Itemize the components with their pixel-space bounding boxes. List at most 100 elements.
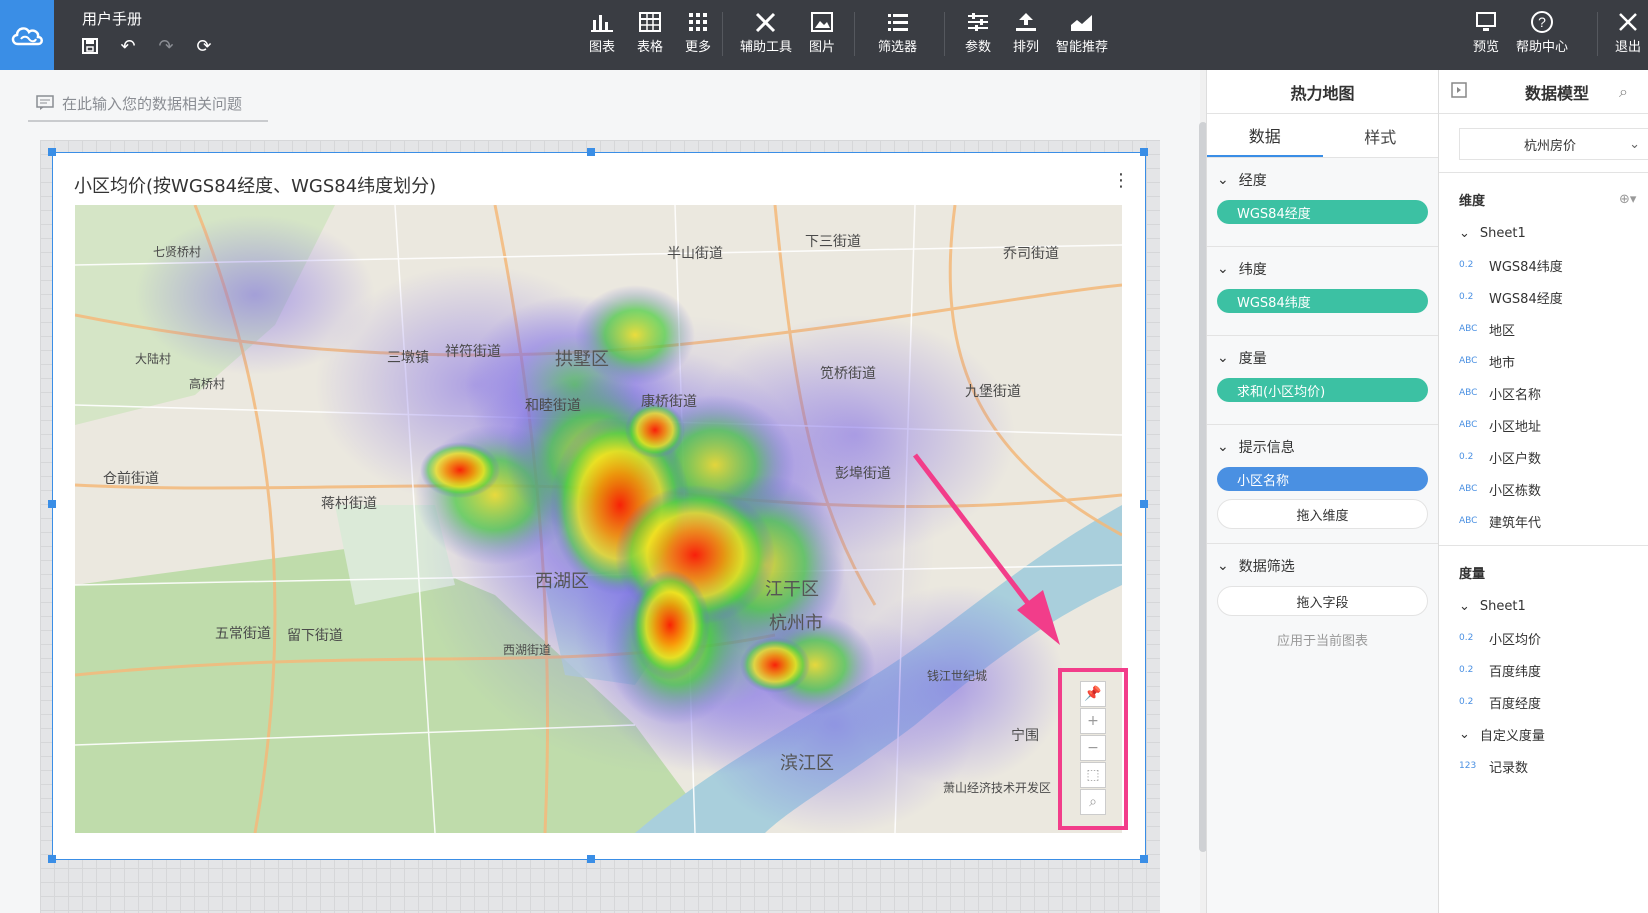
area-chart-icon (1064, 8, 1100, 36)
heat-map[interactable]: 下三街道 乔司街道 七贤桥村 半山街道 三墩镇 祥符街道 大陆村 高桥村 拱墅区… (75, 205, 1122, 833)
longitude-field-pill[interactable]: WGS84经度 (1217, 200, 1428, 224)
svg-text:?: ? (1538, 14, 1546, 30)
chevron-down-icon[interactable]: ⌄ (1217, 439, 1229, 455)
resize-handle[interactable] (587, 855, 595, 863)
chart-button[interactable]: 图表 (578, 8, 626, 55)
undo-icon[interactable]: ↶ (118, 36, 138, 57)
latitude-section: ⌄ 纬度 WGS84纬度 (1207, 247, 1438, 336)
field-item[interactable]: 0.2 百度纬度 (1459, 654, 1648, 686)
field-item[interactable]: 0.2 WGS84经度 (1459, 281, 1648, 313)
dimensions-section: 维度 ⊕▾ ⌄ Sheet1 0.2 WGS84纬度 0.2 WGS84经度 ABC 地… (1439, 181, 1648, 537)
toolbar-divider (1597, 12, 1598, 56)
map-label: 下三街道 (805, 234, 861, 250)
map-label: 蒋村街道 (321, 496, 377, 512)
comment-icon (28, 95, 62, 111)
redo-icon[interactable]: ↷ (156, 36, 176, 57)
chevron-down-icon[interactable]: ⌄ (1459, 727, 1470, 742)
top-toolbar: 用户手册 ↶ ↷ ⟳ 图表 表格 更多 辅助工具 图片 筛选器 参数 排列 智能… (0, 0, 1648, 70)
more-options-icon[interactable]: ⋮ (1112, 170, 1130, 191)
chevron-down-icon[interactable]: ⌄ (1217, 350, 1229, 366)
field-item[interactable]: ABC 地区 (1459, 313, 1648, 345)
exit-button[interactable]: 退出 (1604, 8, 1648, 55)
cloud-logo-icon[interactable] (0, 0, 54, 70)
map-label: 萧山经济技术开发区 (943, 781, 1052, 795)
field-item[interactable]: ABC 小区名称 (1459, 377, 1648, 409)
chevron-down-icon[interactable]: ⌄ (1459, 226, 1470, 241)
map-label: 拱墅区 (555, 349, 609, 370)
smart-recommend-button[interactable]: 智能推荐 (1050, 8, 1114, 55)
filter-hint: 应用于当前图表 (1276, 634, 1368, 649)
resize-handle[interactable] (1140, 148, 1148, 156)
measure-section: ⌄ 度量 求和(小区均价) (1207, 336, 1438, 425)
bar-chart-icon (584, 8, 620, 36)
map-label: 祥符街道 (445, 344, 501, 360)
chevron-down-icon[interactable]: ⌄ (1217, 261, 1229, 277)
search-icon[interactable]: ⌕ (1619, 82, 1628, 102)
map-label: 仓前街道 (103, 471, 159, 487)
measure-field-pill[interactable]: 求和(小区均价) (1217, 378, 1428, 402)
chart-title: 小区均价(按WGS84经度、WGS84纬度划分) (74, 176, 437, 197)
map-label: 高桥村 (189, 377, 226, 391)
dataset-select[interactable]: 杭州房价 ⌄ (1459, 128, 1648, 160)
resize-handle[interactable] (48, 855, 56, 863)
field-item[interactable]: 0.2 WGS84纬度 (1459, 249, 1648, 281)
map-label: 留下街道 (287, 628, 343, 644)
sliders-icon (960, 8, 996, 36)
toolbar-divider (944, 12, 945, 56)
tab-data[interactable]: 数据 (1207, 114, 1323, 157)
chevron-down-icon[interactable]: ⌄ (1217, 558, 1229, 574)
search-zoom-icon[interactable]: ⌕ (1080, 789, 1106, 815)
pin-icon[interactable]: 📌 (1080, 681, 1106, 707)
save-icon[interactable] (80, 36, 100, 56)
resize-handle[interactable] (1140, 500, 1148, 508)
latitude-field-pill[interactable]: WGS84纬度 (1217, 289, 1428, 313)
map-label: 三墩镇 (387, 350, 429, 366)
zoom-in-icon[interactable]: + (1080, 708, 1106, 734)
preview-button[interactable]: 预览 (1462, 8, 1510, 55)
tab-style[interactable]: 样式 (1323, 114, 1439, 157)
more-button[interactable]: 更多 (674, 8, 722, 55)
field-item[interactable]: 0.2 百度经度 (1459, 686, 1648, 718)
ask-data-input[interactable]: 在此输入您的数据相关问题 (28, 86, 268, 122)
field-item[interactable]: 123 记录数 (1459, 750, 1648, 782)
resize-handle[interactable] (48, 148, 56, 156)
globe-icon[interactable]: ⊕▾ (1619, 192, 1636, 207)
map-label: 乔司街道 (1003, 246, 1059, 262)
field-item[interactable]: 0.2 小区均价 (1459, 622, 1648, 654)
collapse-panel-icon[interactable] (1451, 81, 1467, 102)
resize-handle[interactable] (587, 148, 595, 156)
close-icon (1610, 8, 1646, 36)
table-icon (632, 8, 668, 36)
resize-handle[interactable] (1140, 855, 1148, 863)
image-button[interactable]: 图片 (798, 8, 846, 55)
drop-field-zone[interactable]: 拖入字段 (1217, 586, 1428, 616)
box-select-icon[interactable]: ⬚ (1080, 762, 1106, 788)
field-item[interactable]: ABC 建筑年代 (1459, 505, 1648, 537)
field-item[interactable]: 0.2 小区户数 (1459, 441, 1648, 473)
list-filter-icon (880, 8, 916, 36)
map-label: 滨江区 (780, 753, 834, 774)
map-label: 半山街道 (667, 246, 723, 262)
table-button[interactable]: 表格 (626, 8, 674, 55)
chevron-down-icon[interactable]: ⌄ (1217, 172, 1229, 188)
field-item[interactable]: ABC 小区地址 (1459, 409, 1648, 441)
field-item[interactable]: ABC 地市 (1459, 345, 1648, 377)
aux-tools-button[interactable]: 辅助工具 (734, 8, 798, 55)
filter-button[interactable]: 筛选器 (872, 8, 923, 55)
refresh-icon[interactable]: ⟳ (194, 36, 214, 57)
resize-handle[interactable] (48, 500, 56, 508)
filter-section: ⌄ 数据筛选 拖入字段 应用于当前图表 (1207, 544, 1438, 663)
map-label: 五常街道 (215, 626, 271, 642)
zoom-out-icon[interactable]: − (1080, 735, 1106, 761)
help-button[interactable]: ? 帮助中心 (1510, 8, 1574, 55)
map-label: 江干区 (765, 579, 819, 600)
chevron-down-icon[interactable]: ⌄ (1459, 599, 1470, 614)
chevron-down-icon: ⌄ (1629, 136, 1640, 152)
sort-button[interactable]: 排列 (1002, 8, 1050, 55)
tooltip-field-pill[interactable]: 小区名称 (1217, 467, 1428, 491)
params-button[interactable]: 参数 (954, 8, 1002, 55)
drop-dimension-zone[interactable]: 拖入维度 (1217, 499, 1428, 529)
image-icon (804, 8, 840, 36)
map-label: 和睦街道 (525, 398, 581, 414)
field-item[interactable]: ABC 小区栋数 (1459, 473, 1648, 505)
